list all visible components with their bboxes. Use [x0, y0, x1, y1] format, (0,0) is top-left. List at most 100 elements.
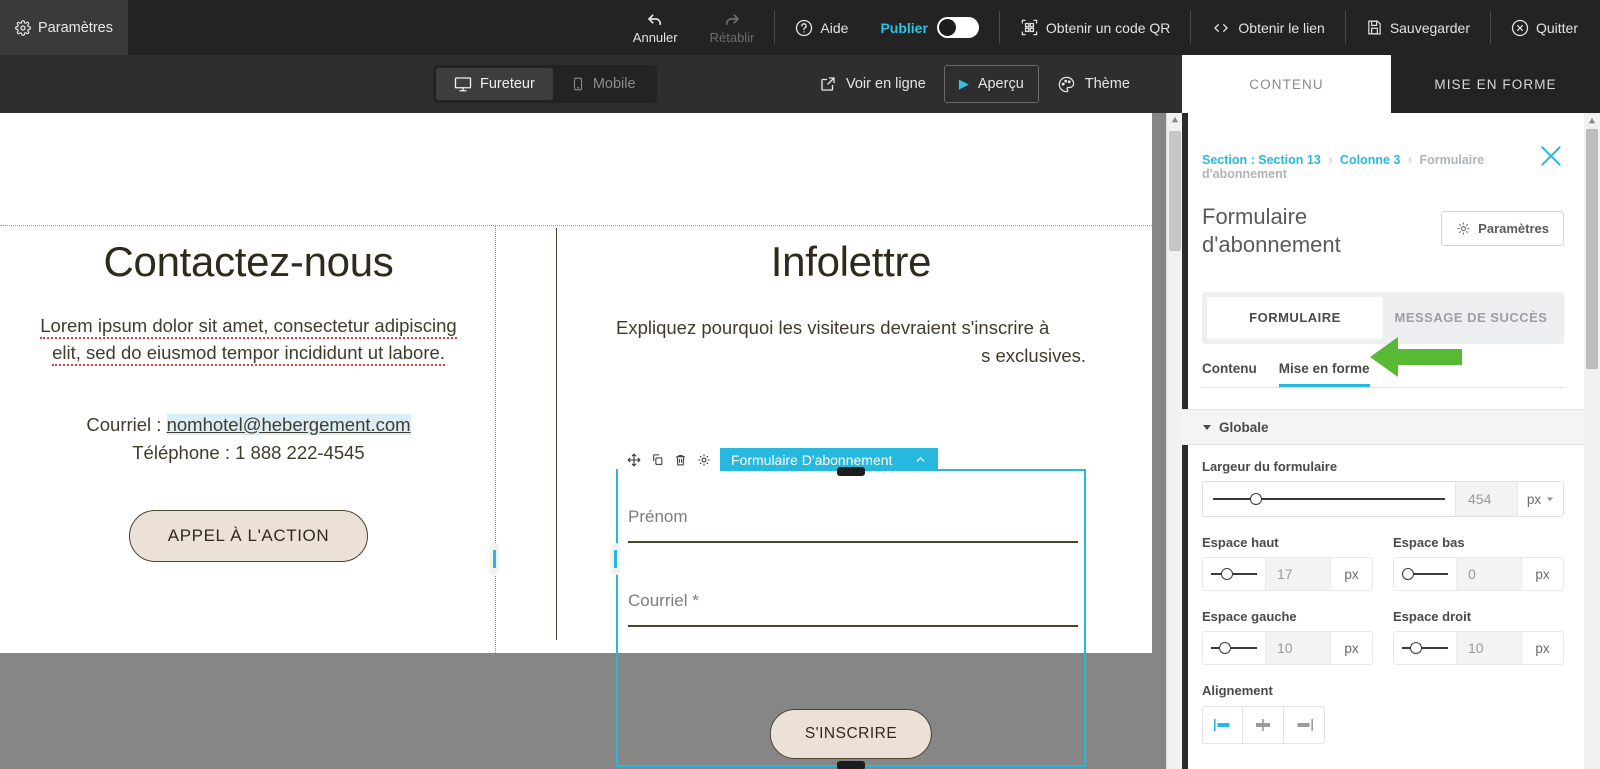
page-preview: Contactez-nous Lorem ipsum dolor sit ame…	[0, 113, 1152, 653]
canvas-scrollbar[interactable]	[1166, 113, 1182, 769]
redo-button[interactable]: Rétablir	[694, 0, 771, 55]
space-bottom-value[interactable]: 0	[1456, 558, 1521, 590]
control-spacing-top-bottom: Espace haut 17 px Espace bas	[1202, 535, 1564, 591]
space-right-slider[interactable]	[1394, 632, 1456, 664]
device-mobile-button[interactable]: Mobile	[553, 68, 654, 100]
call-to-action-button[interactable]: APPEL À L'ACTION	[129, 510, 369, 562]
space-left-value[interactable]: 10	[1265, 632, 1330, 664]
tab-mise-en-forme[interactable]: MISE EN FORME	[1391, 55, 1600, 113]
slider-knob[interactable]	[1221, 568, 1233, 580]
segment-message-succes[interactable]: MESSAGE DE SUCCÈS	[1383, 297, 1559, 339]
help-button[interactable]: Aide	[779, 0, 864, 55]
contact-email-link[interactable]: nomhotel@hebergement.com	[167, 414, 411, 435]
subscribe-button[interactable]: S'INSCRIRE	[770, 709, 932, 759]
view-actions-group: Voir en ligne ▶ Aperçu Thème	[805, 65, 1144, 103]
panel-scrollbar[interactable]	[1584, 113, 1600, 769]
subscription-form-element[interactable]: Formulaire D'abonnement Prénom	[616, 469, 1086, 767]
column-resize-handle-left[interactable]	[490, 543, 499, 575]
settings-button[interactable]: Paramètres	[0, 0, 128, 55]
breadcrumb-section[interactable]: Section : Section 13	[1202, 153, 1321, 167]
get-qr-code-button[interactable]: Obtenir un code QR	[1004, 0, 1187, 55]
newsletter-heading: Infolettre	[616, 238, 1086, 286]
slider-knob[interactable]	[1402, 568, 1414, 580]
annotation-arrow-icon	[1368, 334, 1464, 380]
align-center-button[interactable]	[1243, 707, 1283, 743]
segment-formulaire[interactable]: FORMULAIRE	[1207, 297, 1383, 339]
contact-details: Courriel : nomhotel@hebergement.com Télé…	[0, 411, 497, 468]
form-field-first-name[interactable]: Prénom	[628, 507, 1078, 543]
breadcrumb-column[interactable]: Colonne 3	[1340, 153, 1400, 167]
panel-scrollbar-thumb[interactable]	[1586, 129, 1598, 369]
canvas-scrollbar-thumb[interactable]	[1169, 131, 1181, 251]
code-brackets-icon	[1211, 20, 1231, 36]
theme-button[interactable]: Thème	[1043, 65, 1144, 103]
newsletter-intro-line-1: Expliquez pourquoi les visiteurs devraie…	[616, 314, 1086, 342]
chevron-up-icon[interactable]	[914, 453, 927, 466]
get-link-label: Obtenir le lien	[1238, 20, 1324, 36]
move-icon[interactable]	[627, 453, 641, 467]
space-right-value[interactable]: 10	[1456, 632, 1521, 664]
resize-handle-top[interactable]	[837, 467, 865, 476]
slider-track	[1211, 573, 1257, 575]
column-contact[interactable]: Contactez-nous Lorem ipsum dolor sit ame…	[0, 226, 497, 653]
delete-trash-icon[interactable]	[674, 453, 687, 467]
form-width-unit-label: px	[1527, 492, 1541, 507]
form-field-email[interactable]: Courriel *	[628, 591, 1078, 627]
form-field-first-name-label: Prénom	[628, 507, 1078, 527]
gear-icon	[1456, 221, 1471, 236]
close-panel-button[interactable]	[1538, 143, 1564, 169]
toolbar-divider-2	[999, 11, 1000, 44]
chevron-down-icon	[1546, 495, 1554, 503]
space-bottom-slider[interactable]	[1394, 558, 1456, 590]
subtab-mise-en-forme-label: Mise en forme	[1279, 361, 1370, 376]
space-left-unit: px	[1330, 632, 1372, 664]
view-online-button[interactable]: Voir en ligne	[805, 65, 940, 103]
control-space-top-label: Espace haut	[1202, 535, 1373, 550]
undo-button[interactable]: Annuler	[617, 0, 694, 55]
subtab-mise-en-forme[interactable]: Mise en forme	[1279, 361, 1370, 387]
space-top-slider[interactable]	[1203, 558, 1265, 590]
publish-toggle[interactable]	[937, 17, 979, 38]
slider-track	[1211, 647, 1257, 649]
scroll-up-arrow-icon[interactable]	[1588, 117, 1596, 125]
control-space-bottom-row: 0 px	[1393, 557, 1564, 591]
undo-label: Annuler	[633, 30, 678, 45]
subtab-contenu[interactable]: Contenu	[1202, 361, 1257, 387]
slider-knob[interactable]	[1250, 493, 1262, 505]
space-left-slider[interactable]	[1203, 632, 1265, 664]
column-resize-handle-right[interactable]	[611, 543, 620, 575]
space-top-value[interactable]: 17	[1265, 558, 1330, 590]
play-triangle-icon: ▶	[959, 76, 969, 92]
resize-handle-bottom[interactable]	[837, 761, 865, 769]
slider-knob[interactable]	[1410, 642, 1422, 654]
group-globale-label: Globale	[1219, 420, 1269, 435]
tab-contenu[interactable]: CONTENU	[1182, 55, 1391, 113]
space-right-unit: px	[1521, 632, 1563, 664]
save-disk-icon	[1366, 19, 1383, 36]
group-globale-header[interactable]: Globale	[1182, 409, 1584, 445]
control-space-right: Espace droit 10 px	[1393, 609, 1564, 665]
device-desktop-button[interactable]: Fureteur	[436, 68, 553, 100]
element-parameters-button[interactable]: Paramètres	[1441, 211, 1564, 246]
align-left-button[interactable]	[1203, 707, 1243, 743]
help-label: Aide	[820, 20, 848, 36]
element-settings-gear-icon[interactable]	[697, 453, 711, 467]
column-newsletter[interactable]: Infolettre Expliquez pourquoi les visite…	[616, 226, 1086, 370]
align-right-button[interactable]	[1284, 707, 1324, 743]
breadcrumb-separator-2: ›	[1408, 153, 1412, 167]
form-width-value[interactable]: 454	[1455, 482, 1517, 516]
get-link-button[interactable]: Obtenir le lien	[1195, 0, 1340, 55]
form-width-slider[interactable]	[1203, 482, 1455, 516]
element-title-label: Formulaire D'abonnement	[731, 452, 892, 468]
preview-button[interactable]: ▶ Aperçu	[944, 65, 1039, 103]
scroll-up-arrow-icon[interactable]	[1171, 116, 1179, 124]
slider-knob[interactable]	[1219, 642, 1231, 654]
save-button[interactable]: Sauvegarder	[1350, 0, 1486, 55]
element-title-bar[interactable]: Formulaire D'abonnement	[720, 448, 938, 471]
slider-track	[1213, 498, 1445, 500]
publish-toggle-group[interactable]: Publier	[864, 0, 994, 55]
close-circle-icon	[1511, 19, 1529, 37]
quit-button[interactable]: Quitter	[1495, 0, 1600, 55]
form-width-unit-select[interactable]: px	[1517, 482, 1563, 516]
duplicate-icon[interactable]	[651, 453, 664, 466]
